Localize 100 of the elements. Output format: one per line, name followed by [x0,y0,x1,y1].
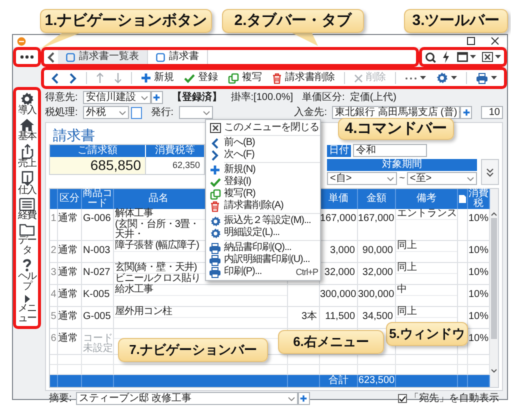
context-menu-item[interactable]: 登録(I) [206,176,320,188]
billed-amount: 685,850 [50,157,146,174]
callout: 7.ナビゲーションバー [118,338,268,362]
period-separator: ~ [399,173,405,184]
table-cell: N-003 [82,241,114,263]
search-button[interactable] [425,52,436,62]
caret-icon [140,96,148,100]
box-arrow-down-icon [20,171,34,186]
caret-icon [118,110,126,114]
table-cell: エントランス [397,209,457,219]
printer-icon [476,72,488,84]
field-label: 税処理: [45,106,78,118]
question-mark-icon [22,258,32,272]
field-label: 発行: [150,106,174,118]
close-box-icon [482,52,493,62]
context-menu-item[interactable]: 内訳明細書印刷(U)... [206,254,320,266]
quick-action-button[interactable] [442,51,450,63]
navigation-bar-item[interactable]: 売上 [16,144,38,169]
number-field[interactable]: 10 [481,106,503,119]
row-number: 6 [50,329,58,355]
context-menu-item[interactable]: 印刷(P)... Ctrl+P [206,266,320,278]
callout: 5.ウィンドウ [386,322,468,346]
register-button[interactable]: 登録 [179,72,223,84]
check-icon [210,178,220,186]
tax-select[interactable]: 外税 [82,106,129,119]
plus-icon [153,94,160,101]
context-menu-item[interactable]: 新規(N) [206,164,320,176]
table-cell: 32,000 [358,263,396,285]
table-cell: 通常 [58,241,82,263]
list-icon [19,198,35,211]
add-button[interactable] [150,91,163,104]
checkbox[interactable] [398,394,407,403]
rate-text: 掛率:[100.0%] [230,92,294,104]
customer-field[interactable]: 安信川建設 [82,91,151,104]
navigation-bar-item[interactable]: 導入 [16,92,38,116]
more-icon [405,76,417,80]
period-from-select[interactable]: <自> [327,172,398,185]
new-button[interactable]: 新規 [136,72,179,84]
plus-icon [141,73,151,83]
chevron-left-icon [211,138,219,148]
navigation-bar-item[interactable]: ヘルプ [16,258,38,292]
delete-invoice-button[interactable]: 請求書削除 [267,72,340,84]
tax-amount: 62,350 [171,159,201,172]
shortcut-text: Ctrl+P [296,266,318,278]
context-menu-item[interactable]: 納品書印刷(Q)... [206,242,320,254]
close-icon [491,37,499,45]
plus-icon [462,109,470,116]
gear-icon [436,72,448,84]
table-cell: N-027 [82,263,114,285]
caret-icon [491,76,497,80]
context-menu-item[interactable]: 前へ(B) [206,137,320,149]
context-menu-item[interactable]: 次へ(F) [206,149,320,161]
payee-field[interactable]: 東北銀行 高田馬場支店 (普) [332,106,460,119]
window-button[interactable] [456,52,476,62]
column-header: 消費税等 [146,145,204,157]
chevron-left-icon [47,52,55,62]
memo-field[interactable]: スティーブン邸 改修工事 [76,392,298,405]
caret-icon [451,76,457,80]
navigation-button[interactable] [13,47,41,67]
copy-icon [210,188,220,200]
option-button[interactable] [130,106,142,118]
triangle-right-icon [24,294,30,304]
scrollbar[interactable] [490,189,498,387]
row-number: 1 [50,209,58,241]
caret-icon [288,396,295,400]
checkbox-label: 「宛先」を自動表示 [409,392,499,404]
expand-button[interactable] [481,159,499,185]
period-to-select[interactable]: <至> [406,172,477,185]
table-cell: 給水工事 [115,285,153,295]
field-label: 入金先: [294,106,327,118]
gear-icon [210,216,220,226]
context-menu-item[interactable]: このメニューを閉じる [206,122,320,134]
navigation-bar-item[interactable]: メニュー [16,294,38,324]
total-amount: 623,500 [358,375,396,387]
arrow-down-icon [114,72,122,84]
navigation-bar-item[interactable]: 仕入 [16,171,38,196]
date-field[interactable]: 令和 [353,144,427,157]
table-cell: 通常 [58,285,82,307]
column-header: 備考 [396,189,458,209]
callout: 4.コマンドバー [338,118,454,140]
price-class-text: 定価(上代) [350,92,396,104]
copy-button[interactable]: 複写 [223,72,267,84]
add-button[interactable] [460,106,472,119]
caret-down-icon [491,369,497,373]
context-menu-item[interactable]: 振込先２等設定(M)... [206,215,320,227]
cross-icon [354,74,363,82]
navigation-bar-item[interactable]: 基本 [16,118,38,142]
field-label: 単価区分: [302,92,345,104]
context-menu-item[interactable]: 明細設定(L)... [206,227,320,239]
caret-up-icon [491,212,497,216]
tab[interactable]: 請求書一覧表 [58,50,148,64]
add-button[interactable] [298,392,310,405]
navigation-bar-item[interactable]: 経費 [16,198,38,221]
scrollbar-thumb[interactable] [491,218,497,339]
document-icon [156,52,165,62]
table-cell: 90,000 [358,241,396,263]
navigation-bar-item[interactable]: データ [16,223,38,256]
caret-icon [470,55,476,59]
caret-icon [494,55,501,59]
close-tabs-button[interactable] [482,52,501,62]
